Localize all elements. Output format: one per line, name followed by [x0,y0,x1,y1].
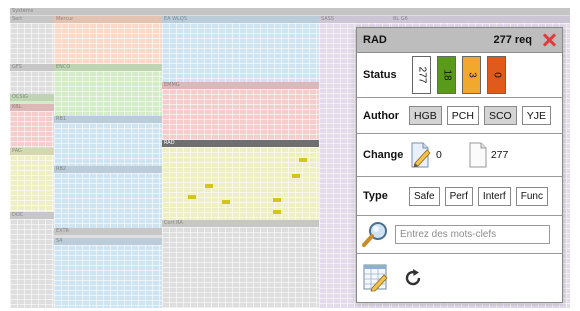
treemap-mark [292,174,300,178]
treemap-mark [205,184,213,188]
status-bar-value: 0 [491,72,502,78]
treemap-mark [222,200,230,204]
panel-header: RAD 277 req [357,28,562,53]
search-input[interactable] [395,225,550,244]
status-label: Status [363,69,397,81]
type-button-interf[interactable]: Interf [477,186,511,206]
status-bar-value: 18 [441,69,452,81]
change-row: Change 0 277 [357,134,562,177]
treemap-region-kbl[interactable]: KBL [10,104,54,148]
author-button-sco[interactable]: SCO [483,106,517,125]
status-bar-value: 277 [416,66,427,84]
treemap-region-rb2[interactable]: RB2 [54,166,162,228]
treemap-mark [299,158,307,162]
panel-title: RAD [363,34,387,46]
treemap-mark [188,195,196,199]
change-edited-count: 0 [436,149,442,161]
treemap-region-ocsig[interactable]: OCSIG [10,94,54,104]
detail-panel: RAD 277 req Status 277 18 3 0 Author HGB… [356,27,563,303]
edit-document-icon [411,142,431,168]
treemap-region-sert[interactable]: Sert [10,16,54,64]
treemap-region-rad[interactable]: RAD [162,140,319,220]
status-bar-value: 3 [466,72,477,78]
status-bar-orange[interactable]: 3 [462,56,481,94]
treemap-region-gfs[interactable]: GFS [10,64,54,94]
treemap-region-rb1[interactable]: RB1 [54,116,162,166]
treemap-region-mercur[interactable]: Mercur [54,16,162,64]
status-bar-total[interactable]: 277 [412,56,431,94]
close-icon[interactable] [542,33,556,47]
type-button-safe[interactable]: Safe [409,186,440,206]
magnifier-icon[interactable] [361,221,389,249]
author-button-pch[interactable]: PCH [446,106,479,125]
spreadsheet-edit-icon [363,264,388,291]
treemap-region-s4[interactable]: S4 [54,238,162,308]
change-documents[interactable]: 277 [468,142,509,168]
status-bars: 277 18 3 0 [412,56,506,94]
treemap-region-extr[interactable]: EXTR [54,228,162,238]
document-icon [469,142,487,168]
author-button-hgb[interactable]: HGB [409,106,442,125]
treemap-region-ea-wlqs[interactable]: EA WLQS [162,16,319,82]
treemap-region-doc[interactable]: DOC [10,212,54,308]
status-bar-green[interactable]: 18 [437,56,456,94]
type-row: Type Safe Perf Interf Func [357,177,562,216]
report-button[interactable] [363,264,389,292]
refresh-icon [405,268,421,285]
treemap-region-pag[interactable]: PAG [10,148,54,212]
refresh-button[interactable] [403,268,423,288]
treemap-region-cort-ra[interactable]: Cort RA [162,220,319,308]
request-count: 277 req [493,34,532,46]
change-document-count: 277 [490,149,509,161]
change-label: Change [363,149,404,161]
treemap-mark [273,198,281,202]
status-row: Status 277 18 3 0 [357,53,562,98]
change-edited[interactable]: 0 [409,142,442,168]
type-button-func[interactable]: Func [515,186,548,206]
search-row [357,216,562,254]
author-label: Author [363,109,400,122]
status-bar-red[interactable]: 0 [487,56,506,94]
type-label: Type [363,190,388,202]
treemap-mark [273,210,281,214]
author-button-yje[interactable]: YJE [521,106,551,125]
author-row: Author HGB PCH SCO YJE [357,98,562,134]
type-button-perf[interactable]: Perf [444,186,473,206]
treemap-region-enco[interactable]: ENCO [54,64,162,116]
actions-row [357,254,562,301]
treemap-region-systems[interactable]: Systems [10,8,570,16]
treemap-region-emmg[interactable]: EMMG [162,82,319,140]
